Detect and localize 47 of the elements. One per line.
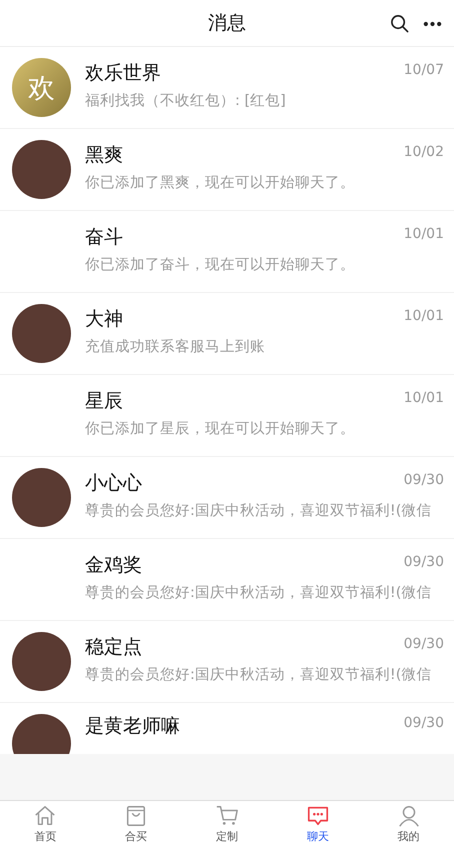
tab-item[interactable]: 我的: [363, 801, 454, 847]
message-preview: 福利找我（不收红包）: [红包]: [85, 92, 287, 110]
tab-item[interactable]: 首页: [0, 801, 91, 847]
message-preview: 你已添加了奋斗，现在可以开始聊天了。: [85, 256, 356, 274]
tab-item[interactable]: 聊天: [272, 801, 364, 847]
contact-name: 欢乐世界: [85, 60, 161, 84]
conversation-item[interactable]: 欢 欢乐世界 10/07 福利找我（不收红包）: [红包]: [0, 47, 454, 129]
conversation-item[interactable]: 小心心 09/30 尊贵的会员您好:国庆中秋活动，喜迎双节福利!(微信: [0, 457, 454, 539]
conversation-item[interactable]: 大神 10/01 充值成功联系客服马上到账: [0, 293, 454, 375]
message-date: 09/30: [404, 634, 444, 652]
home-icon: [33, 804, 58, 828]
message-date: 10/01: [404, 388, 444, 406]
page-title: 消息: [208, 11, 246, 36]
conversation-item[interactable]: 星辰 10/01 你已添加了星辰，现在可以开始聊天了。: [0, 375, 454, 457]
contact-name: 黑爽: [85, 142, 123, 166]
message-date: 10/02: [404, 142, 444, 160]
search-icon[interactable]: [390, 14, 409, 33]
conversation-item[interactable]: 黑爽 10/02 你已添加了黑爽，现在可以开始聊天了。: [0, 129, 454, 211]
contact-name: 奋斗: [85, 224, 123, 248]
contact-name: 星辰: [85, 388, 123, 412]
message-preview: 尊贵的会员您好:国庆中秋活动，喜迎双节福利!(微信: [85, 666, 432, 684]
person-icon: [396, 804, 421, 828]
message-preview: 你已添加了星辰，现在可以开始聊天了。: [85, 420, 356, 438]
conversation-item[interactable]: 金鸡奖 09/30 尊贵的会员您好:国庆中秋活动，喜迎双节福利!(微信: [0, 539, 454, 621]
contact-name: 稳定点: [85, 634, 142, 658]
conversation-item[interactable]: 奋斗 10/01 你已添加了奋斗，现在可以开始聊天了。: [0, 211, 454, 293]
contact-name: 小心心: [85, 470, 142, 494]
message-date: 10/01: [404, 224, 444, 242]
avatar: 欢: [12, 58, 71, 117]
message-preview: 充值成功联系客服马上到账: [85, 338, 266, 356]
tab-item[interactable]: 定制: [182, 801, 272, 847]
message-date: 09/30: [404, 714, 444, 732]
message-date: 10/07: [404, 60, 444, 78]
contact-name: 是黄老师嘛: [85, 714, 180, 738]
message-date: 09/30: [404, 552, 444, 570]
chat-icon: [306, 804, 330, 828]
message-preview: 尊贵的会员您好:国庆中秋活动，喜迎双节福利!(微信: [85, 502, 432, 520]
conversation-item[interactable]: 稳定点 09/30 尊贵的会员您好:国庆中秋活动，喜迎双节福利!(微信: [0, 621, 454, 703]
message-date: 10/01: [404, 306, 444, 324]
contact-name: 金鸡奖: [85, 552, 142, 576]
message-preview: 你已添加了黑爽，现在可以开始聊天了。: [85, 174, 356, 192]
more-icon[interactable]: [423, 20, 442, 26]
contact-name: 大神: [85, 306, 123, 330]
message-preview: 尊贵的会员您好:国庆中秋活动，喜迎双节福利!(微信: [85, 584, 432, 602]
cart-icon: [214, 804, 239, 828]
tab-item[interactable]: 合买: [90, 801, 182, 847]
message-date: 09/30: [404, 470, 444, 488]
